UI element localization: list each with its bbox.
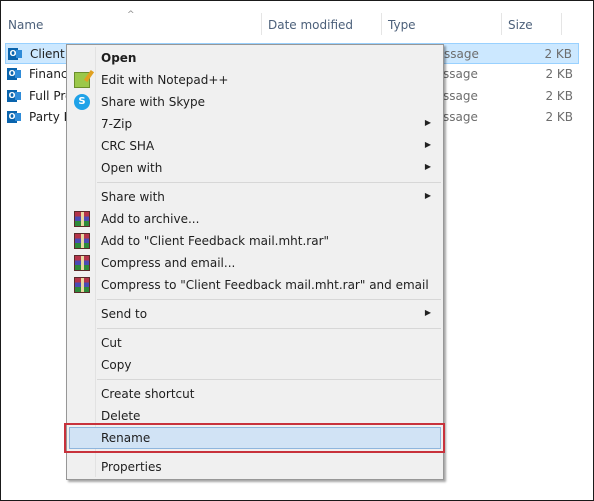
menu-item-crc-sha[interactable]: CRC SHA ▶ — [69, 135, 441, 157]
sort-ascending-icon: ^ — [127, 10, 135, 20]
menu-item-open[interactable]: Open — [69, 47, 441, 69]
file-size: 2 KB — [545, 89, 573, 103]
submenu-arrow-icon: ▶ — [424, 118, 431, 127]
column-divider[interactable] — [501, 13, 502, 35]
menu-separator — [97, 299, 441, 300]
submenu-arrow-icon: ▶ — [424, 140, 431, 149]
column-header: ^ Name Date modified Type Size — [1, 1, 593, 41]
submenu-arrow-icon: ▶ — [424, 308, 431, 317]
menu-item-copy[interactable]: Copy — [69, 354, 441, 376]
file-size: 2 KB — [544, 47, 572, 61]
menu-item-properties[interactable]: Properties — [69, 456, 441, 478]
menu-separator — [97, 379, 441, 380]
file-size: 2 KB — [545, 110, 573, 124]
menu-item-7zip[interactable]: 7-Zip ▶ — [69, 113, 441, 135]
winrar-icon — [74, 211, 90, 227]
column-divider[interactable] — [561, 13, 562, 35]
menu-item-create-shortcut[interactable]: Create shortcut — [69, 383, 441, 405]
column-divider[interactable] — [261, 13, 262, 35]
context-menu: Open Edit with Notepad++ S Share with Sk… — [66, 44, 444, 480]
winrar-icon — [74, 277, 90, 293]
column-name[interactable]: Name — [8, 18, 43, 32]
column-type[interactable]: Type — [388, 18, 416, 32]
winrar-icon — [74, 255, 90, 271]
menu-item-open-with[interactable]: Open with ▶ — [69, 157, 441, 179]
outlook-message-icon: O — [7, 110, 21, 124]
menu-item-rename[interactable]: Rename — [69, 427, 441, 449]
file-name: Client F — [30, 47, 70, 61]
menu-item-add-to-rar[interactable]: Add to "Client Feedback mail.mht.rar" — [69, 230, 441, 252]
menu-item-delete[interactable]: Delete — [69, 405, 441, 427]
outlook-message-icon: O — [7, 67, 21, 81]
notepad-plus-plus-icon — [74, 72, 90, 88]
menu-separator — [97, 328, 441, 329]
menu-item-edit-notepad[interactable]: Edit with Notepad++ — [69, 69, 441, 91]
menu-separator — [97, 182, 441, 183]
submenu-arrow-icon: ▶ — [424, 191, 431, 200]
menu-separator — [97, 452, 441, 453]
outlook-message-icon: O — [8, 47, 22, 61]
menu-item-share-with[interactable]: Share with ▶ — [69, 186, 441, 208]
file-type: ssage — [443, 89, 478, 103]
winrar-icon — [74, 233, 90, 249]
menu-item-cut[interactable]: Cut — [69, 332, 441, 354]
outlook-message-icon: O — [7, 89, 21, 103]
file-name: Full Pre — [29, 89, 69, 103]
column-date-modified[interactable]: Date modified — [268, 18, 353, 32]
menu-item-compress-email[interactable]: Compress and email... — [69, 252, 441, 274]
file-size: 2 KB — [545, 67, 573, 81]
file-type: ssage — [443, 110, 478, 124]
skype-icon: S — [74, 94, 90, 110]
menu-item-compress-to-rar-email[interactable]: Compress to "Client Feedback mail.mht.ra… — [69, 274, 441, 296]
file-name: Party Ir — [29, 110, 69, 124]
file-type: ssage — [443, 67, 478, 81]
submenu-arrow-icon: ▶ — [424, 162, 431, 171]
explorer-window: ^ Name Date modified Type Size O Client … — [0, 0, 594, 501]
menu-item-share-skype[interactable]: S Share with Skype — [69, 91, 441, 113]
column-divider[interactable] — [381, 13, 382, 35]
file-type: ssage — [444, 47, 479, 61]
file-name: Financi — [29, 67, 69, 81]
menu-item-send-to[interactable]: Send to ▶ — [69, 303, 441, 325]
menu-item-add-to-archive[interactable]: Add to archive... — [69, 208, 441, 230]
column-size[interactable]: Size — [508, 18, 533, 32]
